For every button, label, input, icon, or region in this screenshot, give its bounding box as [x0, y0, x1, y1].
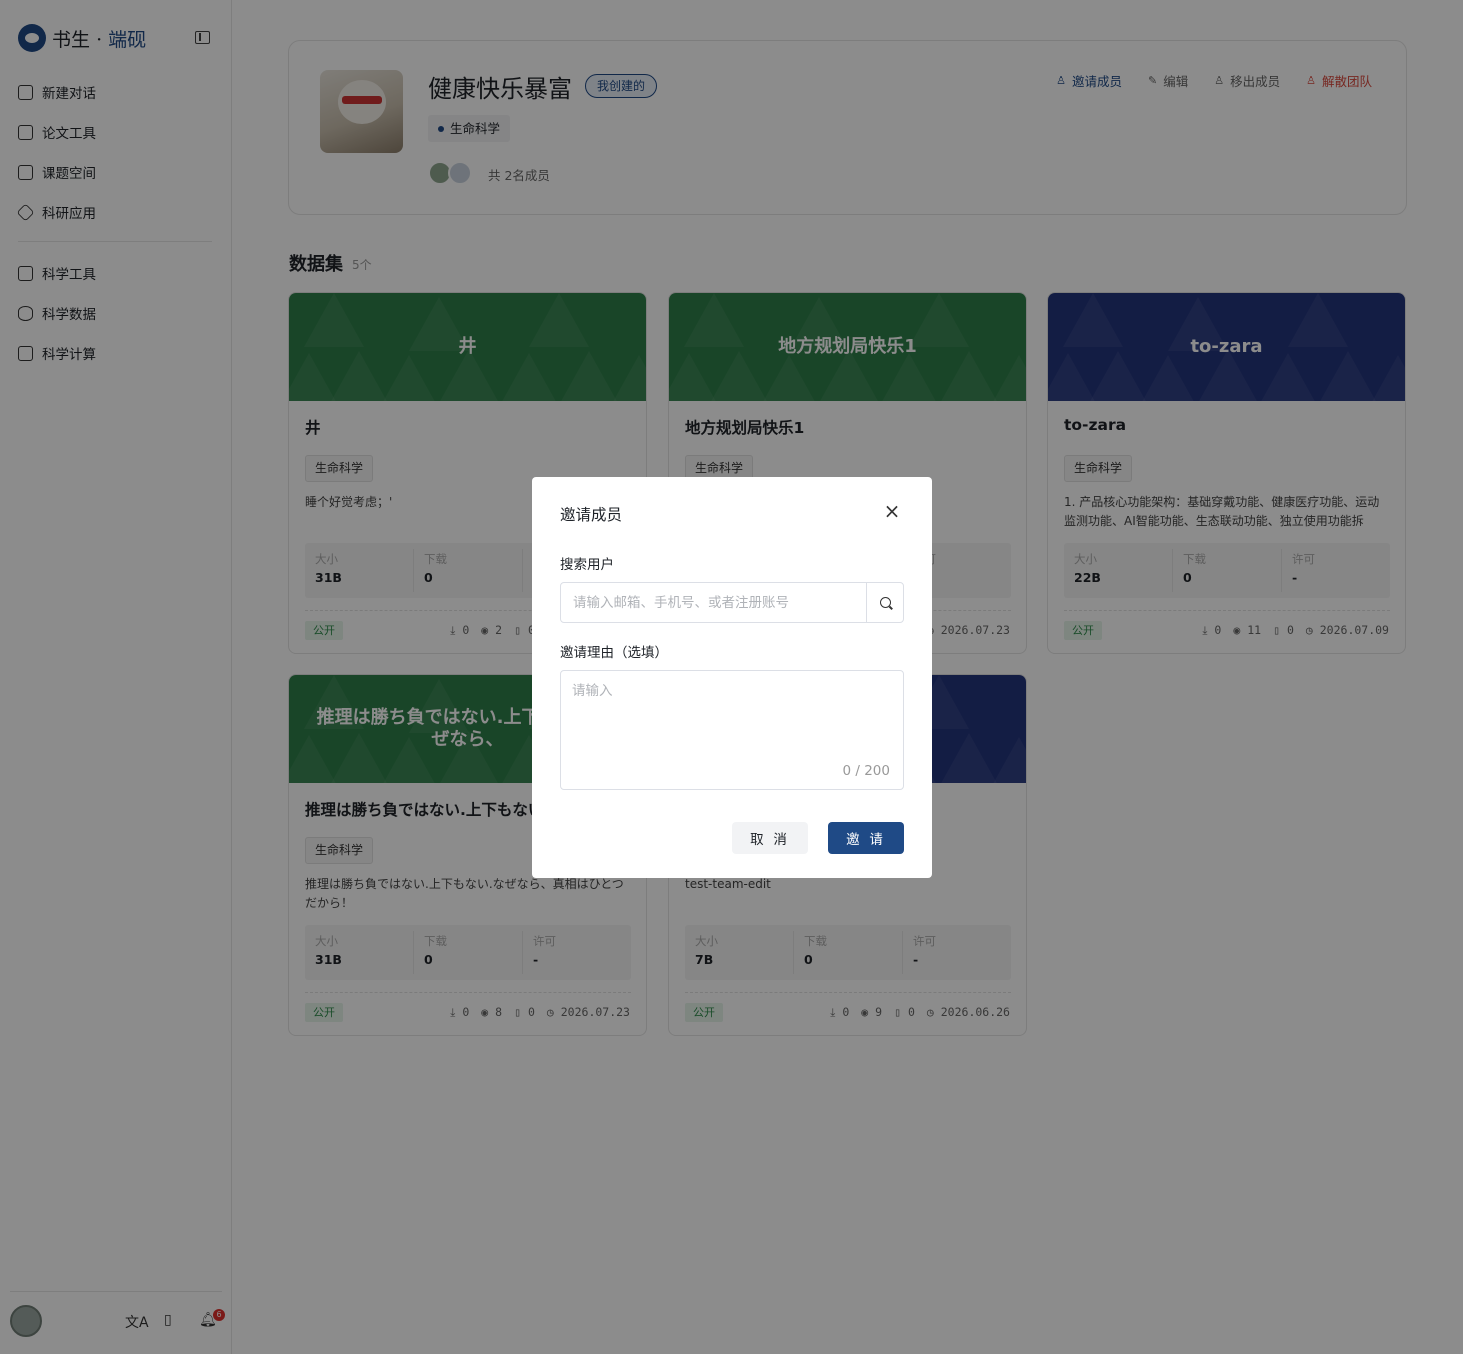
close-icon[interactable]: × — [882, 501, 902, 522]
invite-reason-field: 0 / 200 — [560, 670, 904, 790]
char-counter: 0 / 200 — [842, 763, 891, 779]
invite-reason-label: 邀请理由（选填） — [560, 645, 668, 661]
cancel-button[interactable]: 取 消 — [732, 822, 808, 854]
search-user-label: 搜索用户 — [560, 557, 614, 573]
invite-member-dialog: 邀请成员 × 搜索用户 邀请理由（选填） 0 / 200 取 消 邀 请 — [532, 477, 932, 878]
invite-reason-textarea[interactable] — [561, 671, 903, 761]
search-user-field — [560, 582, 904, 623]
dialog-title: 邀请成员 — [560, 506, 623, 524]
search-icon[interactable] — [866, 583, 903, 622]
search-user-input[interactable] — [561, 583, 866, 622]
invite-button[interactable]: 邀 请 — [828, 822, 904, 854]
